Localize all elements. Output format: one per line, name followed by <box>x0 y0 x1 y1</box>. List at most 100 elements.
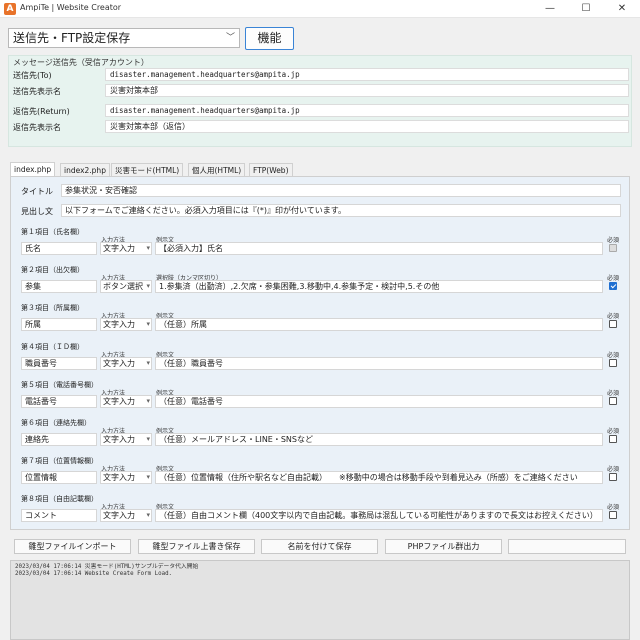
overwrite-template-button[interactable]: 雛型ファイル上書き保存 <box>138 539 255 554</box>
log-line: 2023/03/04 17:06:14 災害モード(HTML)サンプルデータ代入… <box>15 564 199 570</box>
to-display-name-label: 送信先表示名 <box>13 87 61 96</box>
window-title: AmpiTe | Website Creator <box>20 3 122 12</box>
chevron-down-icon: ▾ <box>146 243 150 254</box>
return-label: 返信先(Return) <box>13 107 70 116</box>
required-caption: 必須 <box>607 275 620 282</box>
example-text-input[interactable]: （任意）自由コメント欄（400文字以内で自由記載。事務局は混乱している可能性があ… <box>155 509 603 522</box>
minimize-button[interactable]: — <box>532 0 568 18</box>
form-panel: タイトル 参集状況・安否確認 見出し文 以下フォームでご連絡ください。必須入力項… <box>10 176 630 530</box>
item-name-input[interactable]: 電話番号 <box>21 395 97 408</box>
to-label: 送信先(To) <box>13 71 52 80</box>
item-header: 第８項目（自由記載欄） <box>21 495 98 503</box>
tab-index2-php[interactable]: index2.php <box>60 163 110 177</box>
required-checkbox[interactable] <box>609 282 617 290</box>
input-method-value: 文字入力 <box>103 359 135 368</box>
input-method-value: 文字入力 <box>103 244 135 253</box>
example-text-input[interactable]: （任意）所属 <box>155 318 603 331</box>
to-display-name-field[interactable]: 災害対策本部 <box>105 84 629 97</box>
item-name-input[interactable]: 参集 <box>21 280 97 293</box>
item-header: 第５項目（電話番号欄） <box>21 381 98 389</box>
blank-button[interactable] <box>508 539 626 554</box>
return-address-field[interactable]: disaster.management.headquarters@ampita.… <box>105 104 629 117</box>
input-method-select[interactable]: 文字入力 ▾ <box>100 318 152 331</box>
item-header: 第７項目（位置情報欄） <box>21 457 98 465</box>
input-method-select[interactable]: 文字入力 ▾ <box>100 509 152 522</box>
to-address-field[interactable]: disaster.management.headquarters@ampita.… <box>105 68 629 81</box>
required-checkbox[interactable] <box>609 320 617 328</box>
required-caption: 必須 <box>607 504 620 511</box>
title-input[interactable]: 参集状況・安否確認 <box>61 184 621 197</box>
input-method-value: 文字入力 <box>103 473 135 482</box>
title-label: タイトル <box>21 187 53 196</box>
required-checkbox[interactable] <box>609 244 617 252</box>
message-destination-panel: メッセージ送信先（受信アカウント） 送信先(To) disaster.manag… <box>8 55 632 147</box>
input-method-value: ボタン選択 <box>103 282 143 291</box>
chevron-down-icon: ▾ <box>146 319 150 330</box>
function-button[interactable]: 機能 <box>245 27 294 50</box>
required-checkbox[interactable] <box>609 435 617 443</box>
example-text-input[interactable]: （任意）メールアドレス・LINE・SNSなど <box>155 433 603 446</box>
item-name-input[interactable]: 氏名 <box>21 242 97 255</box>
required-caption: 必須 <box>607 237 620 244</box>
input-method-select[interactable]: 文字入力 ▾ <box>100 471 152 484</box>
input-method-select[interactable]: 文字入力 ▾ <box>100 433 152 446</box>
chevron-down-icon: ▾ <box>146 510 150 521</box>
item-header: 第４項目（ＩＤ欄） <box>21 343 84 351</box>
return-display-name-field[interactable]: 災害対策本部（返信） <box>105 120 629 133</box>
log-area: 2023/03/04 17:06:14 災害モード(HTML)サンプルデータ代入… <box>10 560 630 640</box>
input-method-select[interactable]: ボタン選択 ▾ <box>100 280 152 293</box>
example-text-input[interactable]: 1.参集済（出勤済）,2.欠席・参集困難,3.移動中,4.参集予定・検討中,5.… <box>155 280 603 293</box>
chevron-down-icon: ▾ <box>146 281 150 292</box>
chevron-down-icon: ▾ <box>146 472 150 483</box>
required-checkbox[interactable] <box>609 397 617 405</box>
tab-personal-html[interactable]: 個人用(HTML) <box>188 163 246 177</box>
app-logo-icon: A <box>4 3 16 15</box>
input-method-value: 文字入力 <box>103 397 135 406</box>
item-name-input[interactable]: コメント <box>21 509 97 522</box>
input-method-value: 文字入力 <box>103 320 135 329</box>
return-display-name-label: 返信先表示名 <box>13 123 61 132</box>
item-name-input[interactable]: 位置情報 <box>21 471 97 484</box>
input-method-select[interactable]: 文字入力 ▾ <box>100 357 152 370</box>
required-caption: 必須 <box>607 428 620 435</box>
item-header: 第１項目（氏名欄） <box>21 228 84 236</box>
heading-label: 見出し文 <box>21 207 53 216</box>
item-header: 第２項目（出欠欄） <box>21 266 84 274</box>
required-caption: 必須 <box>607 313 620 320</box>
php-output-button[interactable]: PHPファイル群出力 <box>385 539 502 554</box>
required-checkbox[interactable] <box>609 511 617 519</box>
chevron-down-icon: ▾ <box>146 396 150 407</box>
required-checkbox[interactable] <box>609 359 617 367</box>
input-method-select[interactable]: 文字入力 ▾ <box>100 395 152 408</box>
input-method-value: 文字入力 <box>103 511 135 520</box>
required-caption: 必須 <box>607 390 620 397</box>
input-method-select[interactable]: 文字入力 ▾ <box>100 242 152 255</box>
chevron-down-icon: ﹀ <box>225 33 235 43</box>
chevron-down-icon: ▾ <box>146 434 150 445</box>
panel-title: メッセージ送信先（受信アカウント） <box>13 58 149 67</box>
chevron-down-icon: ▾ <box>146 358 150 369</box>
example-text-input[interactable]: （任意）電話番号 <box>155 395 603 408</box>
title-bar: A AmpiTe | Website Creator — ☐ ✕ <box>0 0 640 18</box>
item-name-input[interactable]: 所属 <box>21 318 97 331</box>
close-button[interactable]: ✕ <box>604 0 640 18</box>
heading-input[interactable]: 以下フォームでご連絡ください。必須入力項目には『(*)』印が付いています。 <box>61 204 621 217</box>
example-text-input[interactable]: 【必須入力】氏名 <box>155 242 603 255</box>
input-method-value: 文字入力 <box>103 435 135 444</box>
log-line: 2023/03/04 17:06:14 Website Create Form … <box>15 571 173 577</box>
item-name-input[interactable]: 職員番号 <box>21 357 97 370</box>
mode-select-value: 送信先・FTP設定保存 <box>13 31 131 45</box>
import-template-button[interactable]: 雛型ファイルインポート <box>14 539 131 554</box>
required-caption: 必須 <box>607 466 620 473</box>
item-name-input[interactable]: 連絡先 <box>21 433 97 446</box>
example-text-input[interactable]: （任意）位置情報（住所や駅名など自由記載） ※移動中の場合は移動手段や到着見込み… <box>155 471 603 484</box>
example-text-input[interactable]: （任意）職員番号 <box>155 357 603 370</box>
tab-disaster-mode-html[interactable]: 災害モード(HTML) <box>111 163 184 177</box>
mode-select[interactable]: 送信先・FTP設定保存 ﹀ <box>8 28 240 48</box>
maximize-button[interactable]: ☐ <box>568 0 604 18</box>
required-checkbox[interactable] <box>609 473 617 481</box>
tab-ftp-web[interactable]: FTP(Web) <box>249 163 293 177</box>
required-caption: 必須 <box>607 352 620 359</box>
save-as-button[interactable]: 名前を付けて保存 <box>261 539 378 554</box>
item-header: 第３項目（所属欄） <box>21 304 84 312</box>
